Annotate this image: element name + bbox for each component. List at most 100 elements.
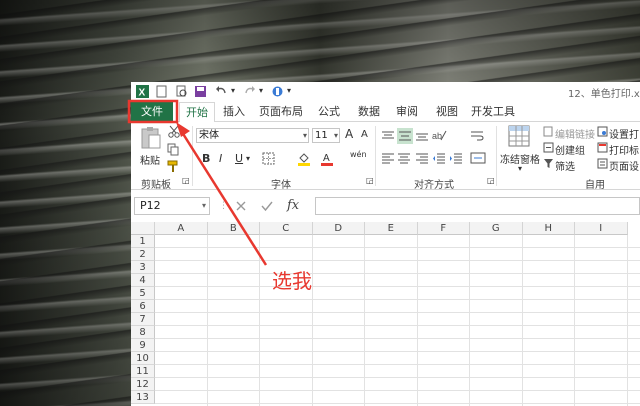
underline-button[interactable]: U — [235, 152, 243, 165]
customize-icon[interactable] — [271, 85, 284, 98]
column-header[interactable]: G — [470, 222, 523, 235]
filter-icon[interactable] — [543, 158, 554, 169]
alignment-launcher-icon[interactable]: ◲ — [487, 176, 495, 185]
column-header[interactable]: I — [575, 222, 628, 235]
page-setup-icon[interactable] — [597, 126, 608, 137]
grid-row-line — [155, 351, 640, 352]
decrease-indent-icon[interactable] — [432, 152, 446, 164]
freeze-panes-icon[interactable] — [508, 125, 530, 147]
column-header[interactable]: A — [155, 222, 208, 235]
qat-more-icon[interactable]: ▾ — [287, 86, 291, 95]
row-header[interactable]: 5 — [131, 287, 155, 300]
row-header[interactable]: 2 — [131, 248, 155, 261]
tab-page-layout[interactable]: 页面布局 — [255, 102, 307, 122]
formula-input[interactable] — [315, 197, 640, 215]
column-header[interactable]: D — [312, 222, 365, 235]
undo-icon[interactable] — [215, 85, 228, 98]
row-header[interactable]: 6 — [131, 300, 155, 313]
italic-button[interactable]: I — [219, 152, 222, 165]
column-header[interactable]: H — [522, 222, 575, 235]
align-middle-icon[interactable] — [397, 128, 413, 144]
increase-font-button[interactable]: A — [345, 127, 353, 141]
insert-function-button[interactable]: fx — [287, 198, 299, 213]
align-top-icon[interactable] — [381, 130, 395, 142]
undo-dropdown-icon[interactable]: ▾ — [231, 86, 235, 95]
tab-view[interactable]: 视图 — [431, 102, 463, 122]
increase-indent-icon[interactable] — [449, 152, 463, 164]
paste-icon[interactable] — [140, 126, 162, 150]
row-header[interactable]: 10 — [131, 352, 155, 365]
create-group-label[interactable]: 创建组 — [555, 142, 585, 157]
grid-row-line — [155, 390, 640, 391]
border-icon[interactable] — [262, 152, 275, 165]
align-bottom-icon[interactable] — [415, 130, 429, 142]
paste-label[interactable]: 粘贴 — [140, 152, 160, 167]
grid-row-line — [155, 273, 640, 274]
row-header[interactable]: 13 — [131, 391, 155, 404]
row-header[interactable]: 1 — [131, 235, 155, 248]
bold-button[interactable]: B — [202, 152, 210, 165]
tab-data[interactable]: 数据 — [353, 102, 385, 122]
select-all-corner[interactable] — [131, 222, 155, 235]
tab-review[interactable]: 审阅 — [391, 102, 423, 122]
fill-color-icon[interactable] — [297, 152, 311, 166]
underline-dropdown-icon[interactable]: ▾ — [246, 154, 250, 163]
enter-icon[interactable] — [261, 200, 273, 212]
tab-insert[interactable]: 插入 — [219, 102, 249, 122]
print-titles-icon[interactable] — [597, 142, 608, 153]
font-name-select[interactable]: 宋体 ▾ — [196, 128, 309, 143]
align-center-icon[interactable] — [397, 152, 411, 164]
page-setup-icon[interactable] — [597, 158, 608, 169]
tab-developer[interactable]: 开发工具 — [469, 102, 517, 122]
row-header[interactable]: 9 — [131, 339, 155, 352]
annotation-callout: 选我 — [272, 269, 312, 293]
new-file-icon[interactable] — [155, 85, 168, 98]
grid-row-line — [155, 312, 640, 313]
edit-links-label[interactable]: 编辑链接 — [555, 126, 595, 141]
save-icon[interactable] — [194, 85, 207, 98]
column-header[interactable]: B — [207, 222, 260, 235]
clipboard-launcher-icon[interactable]: ◲ — [182, 176, 190, 185]
format-painter-icon[interactable] — [167, 160, 181, 173]
row-header[interactable]: 12 — [131, 378, 155, 391]
cancel-icon[interactable] — [235, 200, 247, 212]
filter-label[interactable]: 筛选 — [555, 158, 575, 173]
tab-home[interactable]: 开始 — [179, 102, 215, 123]
tab-file[interactable]: 文件 — [131, 102, 173, 122]
print-titles-label[interactable]: 打印标 — [609, 142, 639, 157]
font-color-icon[interactable]: A — [320, 152, 334, 166]
decrease-font-button[interactable]: A — [361, 129, 368, 140]
page-setup-label[interactable]: 页面设 — [609, 158, 639, 173]
align-left-icon[interactable] — [381, 152, 395, 164]
font-size-select[interactable]: 11 ▾ — [312, 128, 340, 143]
tab-formulas[interactable]: 公式 — [313, 102, 345, 122]
name-box[interactable]: P12 ▾ — [134, 197, 210, 215]
align-right-icon[interactable] — [415, 152, 429, 164]
svg-text:ab: ab — [432, 131, 442, 141]
phonetic-guide-button[interactable]: wén — [350, 150, 367, 159]
orientation-icon[interactable]: ab — [431, 128, 447, 142]
set-print-label[interactable]: 设置打 — [609, 126, 639, 141]
copy-icon[interactable] — [167, 143, 181, 156]
font-launcher-icon[interactable]: ◲ — [366, 176, 374, 185]
redo-icon[interactable] — [243, 85, 256, 98]
separator-dots-icon: ⋮ — [219, 201, 228, 211]
wrap-text-icon[interactable] — [470, 130, 484, 142]
spreadsheet-grid[interactable]: A B C D E F G H I 1 2 3 4 5 6 7 8 9 10 11 12 13 — [131, 222, 640, 406]
formula-bar: P12 ▾ ⋮ fx — [131, 195, 640, 217]
column-header[interactable]: F — [417, 222, 470, 235]
cut-icon[interactable] — [167, 125, 181, 138]
redo-dropdown-icon[interactable]: ▾ — [259, 86, 263, 95]
column-header[interactable]: E — [365, 222, 418, 235]
row-header[interactable]: 4 — [131, 274, 155, 287]
column-header[interactable]: C — [260, 222, 313, 235]
row-header[interactable]: 3 — [131, 261, 155, 274]
freeze-dropdown-icon[interactable]: ▾ — [518, 164, 522, 173]
edit-links-icon[interactable] — [543, 126, 554, 137]
row-header[interactable]: 8 — [131, 326, 155, 339]
merge-center-icon[interactable] — [470, 152, 486, 164]
group-icon[interactable] — [543, 142, 554, 153]
print-preview-icon[interactable] — [175, 85, 188, 98]
row-header[interactable]: 11 — [131, 365, 155, 378]
row-header[interactable]: 7 — [131, 313, 155, 326]
